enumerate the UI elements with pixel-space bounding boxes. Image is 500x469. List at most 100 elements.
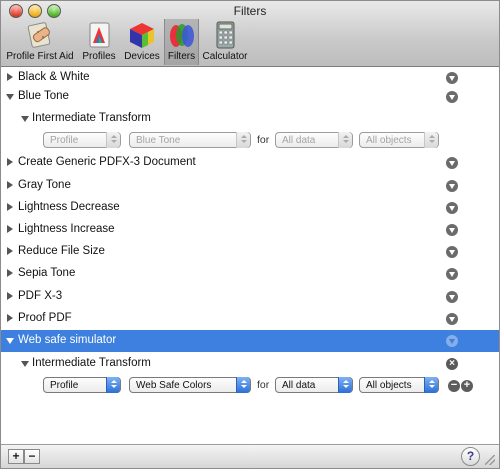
filter-row-blue-tone[interactable]: Blue Tone [1,86,499,108]
disclosure-triangle-icon[interactable] [7,292,13,300]
component-row-web-safe[interactable]: Intermediate Transform × [1,353,499,375]
component-row-blue-tone[interactable]: Intermediate Transform [1,108,499,130]
component-label: Intermediate Transform [32,112,151,124]
filter-label: Gray Tone [18,179,71,191]
filter-label: Black & White [18,71,90,83]
popup-value: Web Safe Colors [136,380,212,391]
filter-label: Lightness Increase [18,223,115,235]
for-label: for [257,379,270,391]
filter-menu-icon[interactable] [446,224,458,236]
calculator-icon [216,21,235,49]
filter-menu-icon[interactable] [446,180,458,192]
help-button[interactable]: ? [461,447,480,466]
disclosure-triangle-icon[interactable] [7,314,13,322]
filter-menu-icon[interactable] [446,313,458,325]
filter-label: Proof PDF [18,312,72,324]
disclosure-triangle-icon[interactable] [7,225,13,233]
devices-icon [130,23,154,48]
disclosure-triangle-icon[interactable] [6,94,14,100]
filters-window: Filters Profile First Aid Profiles Devic… [0,0,500,469]
objects-popup[interactable]: All objects [359,132,439,148]
type-popup[interactable]: Profile [43,377,121,393]
filter-menu-icon[interactable] [446,335,458,347]
filters-icon [169,24,194,47]
profile-first-aid-icon [27,22,51,48]
popup-value: Profile [50,380,79,391]
filter-menu-icon[interactable] [446,268,458,280]
component-settings-blue-tone: Profile Blue Tone for All data All objec… [1,130,499,152]
delete-component-icon[interactable]: × [446,358,458,370]
filter-menu-icon[interactable] [446,72,458,84]
filter-label: PDF X-3 [18,290,63,302]
add-filter-button[interactable]: + [8,449,24,464]
filter-menu-icon[interactable] [446,202,458,214]
component-settings-web-safe: Profile Web Safe Colors for All data All… [1,375,499,397]
filter-row-reduce-file-size[interactable]: Reduce File Size [1,241,499,263]
remove-component-button[interactable]: − [448,380,460,392]
profile-popup[interactable]: Web Safe Colors [129,377,251,393]
chevron-updown-icon [236,132,250,148]
chevron-updown-icon [236,377,250,393]
filter-row-lightness-decrease[interactable]: Lightness Decrease [1,197,499,219]
filter-menu-icon[interactable] [446,157,458,169]
toolbar-label: Devices [124,51,160,62]
chevron-updown-icon [338,132,352,148]
data-popup[interactable]: All data [275,377,353,393]
add-component-button[interactable]: + [461,380,473,392]
filter-label: Create Generic PDFX-3 Document [18,156,196,168]
filter-row-proof-pdf[interactable]: Proof PDF [1,308,499,330]
disclosure-triangle-icon[interactable] [6,338,14,344]
toolbar-profile-first-aid[interactable]: Profile First Aid [5,19,75,65]
popup-value: All objects [366,380,412,391]
popup-value: Profile [50,135,79,146]
filter-label: Sepia Tone [18,267,76,279]
disclosure-triangle-icon[interactable] [7,73,13,81]
popup-value: Blue Tone [136,135,181,146]
popup-value: All data [282,380,316,391]
window-title: Filters [233,4,267,18]
toolbar-filters[interactable]: Filters [164,19,199,65]
bottom-bar: + − ? [1,444,499,468]
titlebar: Filters Profile First Aid Profiles Devic… [1,1,499,67]
filter-label: Reduce File Size [18,245,105,257]
filter-label: Blue Tone [18,90,69,102]
resize-grip-icon[interactable] [485,455,495,465]
filter-row-gray-tone[interactable]: Gray Tone [1,175,499,197]
popup-value: All data [282,135,316,146]
filter-menu-icon[interactable] [446,246,458,258]
chevron-updown-icon [338,377,352,393]
toolbar-profiles[interactable]: Profiles [79,19,119,65]
filter-row-lightness-increase[interactable]: Lightness Increase [1,219,499,241]
chevron-updown-icon [106,132,120,148]
profile-popup[interactable]: Blue Tone [129,132,251,148]
disclosure-triangle-icon[interactable] [7,181,13,189]
disclosure-triangle-icon[interactable] [21,361,29,367]
filter-row-pdf-x3[interactable]: PDF X-3 [1,286,499,308]
disclosure-triangle-icon[interactable] [7,158,13,166]
data-popup[interactable]: All data [275,132,353,148]
filter-label: Lightness Decrease [18,201,120,213]
filter-row-create-pdfx3[interactable]: Create Generic PDFX-3 Document [1,152,499,174]
for-label: for [257,134,270,146]
disclosure-triangle-icon[interactable] [7,247,13,255]
filter-list: Black & White Blue Tone Intermediate Tra… [1,67,499,444]
chevron-updown-icon [424,377,438,393]
objects-popup[interactable]: All objects [359,377,439,393]
remove-filter-button[interactable]: − [24,449,40,464]
filter-label: Web safe simulator [18,334,117,346]
filter-row-web-safe-simulator[interactable]: Web safe simulator [1,330,499,352]
disclosure-triangle-icon[interactable] [21,116,29,122]
toolbar-label: Filters [167,51,196,62]
profiles-icon [89,22,110,48]
toolbar-devices[interactable]: Devices [122,19,162,65]
disclosure-triangle-icon[interactable] [7,203,13,211]
toolbar-calculator[interactable]: Calculator [200,19,250,65]
toolbar-label: Profile First Aid [6,51,74,62]
type-popup[interactable]: Profile [43,132,121,148]
filter-menu-icon[interactable] [446,91,458,103]
component-label: Intermediate Transform [32,357,151,369]
popup-value: All objects [366,135,412,146]
disclosure-triangle-icon[interactable] [7,269,13,277]
filter-menu-icon[interactable] [446,291,458,303]
filter-row-sepia-tone[interactable]: Sepia Tone [1,263,499,285]
